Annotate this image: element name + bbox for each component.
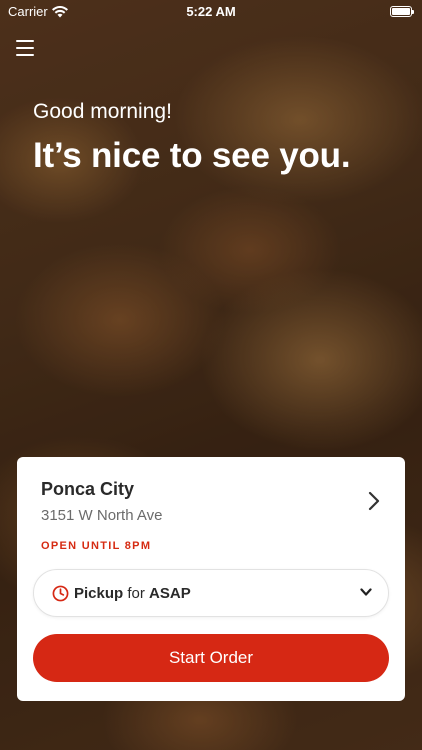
order-mode-selector[interactable]: Pickup for ASAP bbox=[33, 569, 389, 617]
order-time: ASAP bbox=[149, 584, 191, 602]
order-mode-text: Pickup for ASAP bbox=[74, 585, 191, 602]
chevron-right-icon[interactable] bbox=[367, 491, 381, 511]
hamburger-menu-icon[interactable] bbox=[16, 40, 34, 56]
chevron-down-icon[interactable] bbox=[360, 588, 372, 597]
location-card: Ponca City 3151 W North Ave OPEN UNTIL 8… bbox=[17, 457, 405, 701]
status-bar: Carrier 5:22 AM bbox=[0, 0, 422, 24]
greeting-headline: It’s nice to see you. bbox=[33, 136, 351, 175]
battery-icon bbox=[390, 6, 414, 17]
greeting-subtitle: Good morning! bbox=[33, 100, 172, 123]
order-connector: for bbox=[127, 584, 145, 602]
location-name: Ponca City bbox=[41, 479, 135, 499]
location-address: 3151 W North Ave bbox=[41, 507, 163, 524]
hours-status: OPEN UNTIL 8PM bbox=[41, 540, 152, 552]
clock-icon bbox=[52, 585, 69, 601]
status-time: 5:22 AM bbox=[186, 4, 236, 19]
start-order-button[interactable]: Start Order bbox=[33, 634, 389, 682]
order-method: Pickup bbox=[74, 584, 124, 602]
location-selector[interactable]: Ponca City 3151 W North Ave bbox=[41, 479, 385, 539]
